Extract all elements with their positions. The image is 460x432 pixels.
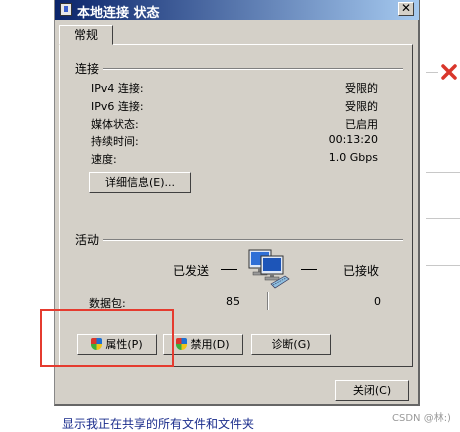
packets-sent-value: 85 [226, 295, 240, 308]
tab-general[interactable]: 常规 [59, 25, 113, 45]
duration-label: 持续时间: [91, 135, 139, 148]
network-computers-icon [245, 246, 291, 294]
background-divider [426, 218, 460, 219]
red-x-icon [440, 64, 458, 80]
highlight-box [40, 309, 174, 367]
received-label: 已接收 [343, 264, 380, 278]
diagnose-button[interactable]: 诊断(G) [251, 334, 331, 355]
title-bar[interactable]: 本地连接 状态 ✕ [55, 0, 419, 21]
close-dialog-button[interactable]: 关闭(C) [335, 380, 409, 401]
ipv6-value: 受限的 [345, 100, 378, 113]
sent-dash [221, 269, 237, 270]
speed-value: 1.0 Gbps [328, 151, 378, 164]
watermark: CSDN @林:) [392, 413, 451, 424]
duration-value: 00:13:20 [328, 133, 378, 146]
shield-icon [176, 338, 188, 350]
background-divider [426, 72, 438, 73]
network-icon [60, 3, 72, 16]
speed-label: 速度: [91, 153, 117, 166]
media-state-value: 已启用 [345, 118, 378, 131]
packets-received-value: 0 [374, 295, 381, 308]
disable-label: 禁用(D) [190, 338, 230, 351]
group-divider [103, 239, 403, 241]
activity-group-label: 活动 [75, 233, 100, 247]
group-divider [103, 68, 403, 70]
background-divider [426, 172, 460, 173]
shared-files-link[interactable]: 显示我正在共享的所有文件和文件夹 [62, 415, 254, 432]
close-button[interactable]: ✕ [398, 2, 414, 16]
details-button[interactable]: 详细信息(E)... [89, 172, 191, 193]
media-state-label: 媒体状态: [91, 118, 139, 131]
activity-divider [267, 292, 269, 310]
background-divider [426, 265, 460, 266]
sent-label: 已发送 [173, 264, 210, 278]
disable-button[interactable]: 禁用(D) [163, 334, 243, 355]
window-title: 本地连接 状态 [77, 6, 160, 21]
received-dash [301, 269, 317, 270]
ipv6-label: IPv6 连接: [91, 100, 144, 113]
ipv4-label: IPv4 连接: [91, 82, 144, 95]
connection-group-label: 连接 [75, 62, 100, 76]
ipv4-value: 受限的 [345, 82, 378, 95]
